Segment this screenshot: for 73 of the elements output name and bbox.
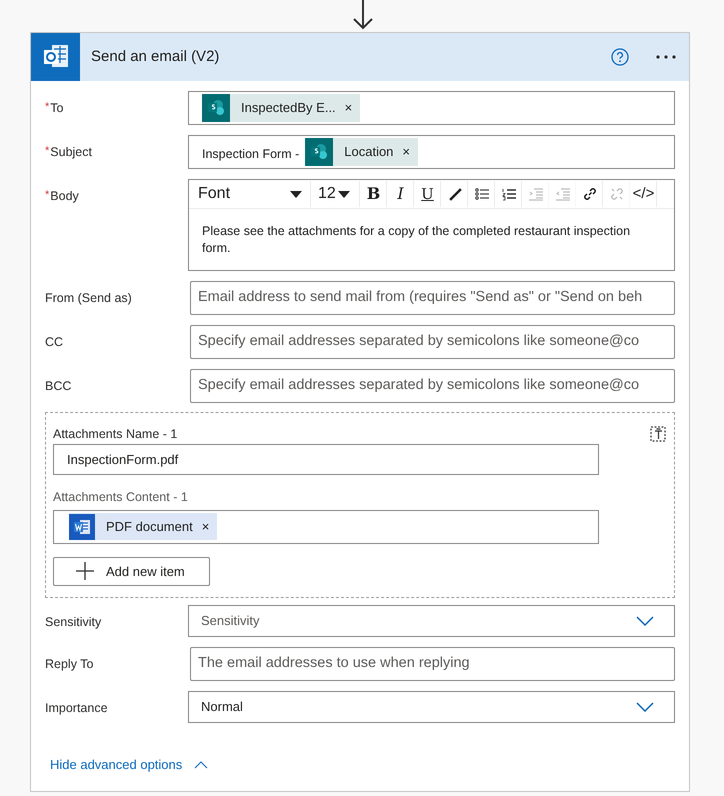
content-field[interactable]: PDF document × [53, 510, 599, 544]
placeholder-text: Specify email addresses separated by semicolons like someone@co [198, 376, 640, 396]
body-editor[interactable]: Font 12 B I U </> Please see the attachments for a copy of the completed restaurant inspection form. [188, 179, 675, 271]
add-new-item-button[interactable]: Add new item [53, 556, 210, 586]
unlink-icon [608, 186, 624, 202]
dynamic-content-token[interactable]: Location × [305, 138, 418, 166]
dropdown[interactable]: Sensitivity [188, 605, 675, 637]
delete-item-icon[interactable] [649, 425, 667, 443]
body-text: Please see the attachments for a copy of the completed restaurant inspection form. [201, 223, 632, 257]
more-options-icon[interactable] [656, 55, 676, 59]
font-dropdown[interactable]: Font [190, 181, 311, 207]
card-title: Send an email (V2) [91, 46, 220, 67]
dropdown[interactable]: Normal [188, 691, 675, 723]
text-field[interactable]: Email address to send mail from (requires "Send as" or "Send on beh [190, 281, 675, 315]
text-field[interactable]: InspectionForm.pdf [53, 444, 599, 475]
document-icon [69, 514, 95, 540]
label-text: From (Send as) [45, 290, 132, 307]
recipient-field[interactable]: Inspection Form - Location × [188, 135, 675, 169]
caret-icon [338, 190, 350, 198]
token-label: Location [344, 143, 394, 162]
format-button[interactable]: I [388, 181, 414, 207]
numbered-list-icon [500, 186, 516, 202]
placeholder-text: Email address to send mail from (requires "Send as" or "Send on beh [198, 288, 642, 308]
format-button[interactable]: U [415, 181, 441, 207]
plus-icon [76, 562, 94, 580]
field-value: InspectionForm.pdf [67, 450, 178, 469]
help-icon[interactable] [611, 48, 629, 66]
placeholder-text: Specify email addresses separated by semicolons like someone@co [198, 332, 640, 352]
label-text: To [50, 100, 64, 117]
subject-text: Inspection Form - [202, 146, 300, 163]
format-button[interactable]: </> [631, 181, 657, 207]
indent-icon [528, 186, 544, 202]
required-mark: * [45, 144, 50, 159]
remove-token-button[interactable]: × [344, 98, 352, 118]
dynamic-content-token[interactable]: InspectedBy E... × [202, 94, 360, 122]
label-text: Body [50, 188, 79, 205]
placeholder-text: The email addresses to use when replying [198, 654, 470, 674]
text-field[interactable]: Specify email addresses separated by semicolons like someone@co [190, 369, 675, 403]
hide-advanced-options-link[interactable]: Hide advanced options [50, 755, 182, 774]
outdent-icon [554, 186, 570, 202]
dropdown-value: Normal [201, 698, 243, 716]
font-size: 12 [318, 184, 336, 204]
link-icon [582, 186, 598, 202]
bulleted-list-icon [474, 186, 490, 202]
label-text: Subject [50, 144, 92, 161]
required-mark: * [45, 188, 50, 203]
label-text: BCC [45, 378, 72, 395]
token-label: InspectedBy E... [241, 99, 336, 118]
sharepoint-icon [202, 94, 230, 122]
chevron-down-icon [636, 702, 654, 712]
sharepoint-icon [305, 138, 334, 166]
field-label: Attachments Name - 1 [53, 426, 178, 443]
font-name: Font [198, 184, 232, 204]
recipient-field[interactable]: InspectedBy E... × [188, 91, 675, 125]
required-mark: * [45, 100, 50, 115]
token-label: PDF document [106, 518, 193, 536]
text-field[interactable]: The email addresses to use when replying [190, 647, 675, 681]
label-text: CC [45, 334, 64, 351]
caret-icon [290, 190, 302, 198]
dynamic-content-token[interactable]: PDF document × [69, 513, 218, 540]
label-text: Sensitivity [45, 614, 102, 631]
down-arrow-icon [352, 0, 374, 30]
field-label: Attachments Content - 1 [53, 488, 189, 506]
label-text: Reply To [45, 656, 94, 673]
pen-icon [446, 186, 462, 202]
remove-token-button[interactable]: × [202, 517, 210, 536]
dropdown-placeholder: Sensitivity [201, 612, 260, 630]
chevron-down-icon [636, 616, 654, 626]
text-field[interactable]: Specify email addresses separated by semicolons like someone@co [190, 325, 675, 359]
format-button[interactable]: B [361, 181, 387, 207]
label-text: Importance [45, 700, 108, 717]
font-size-dropdown[interactable]: 12 [312, 181, 360, 207]
remove-token-button[interactable]: × [402, 142, 410, 162]
